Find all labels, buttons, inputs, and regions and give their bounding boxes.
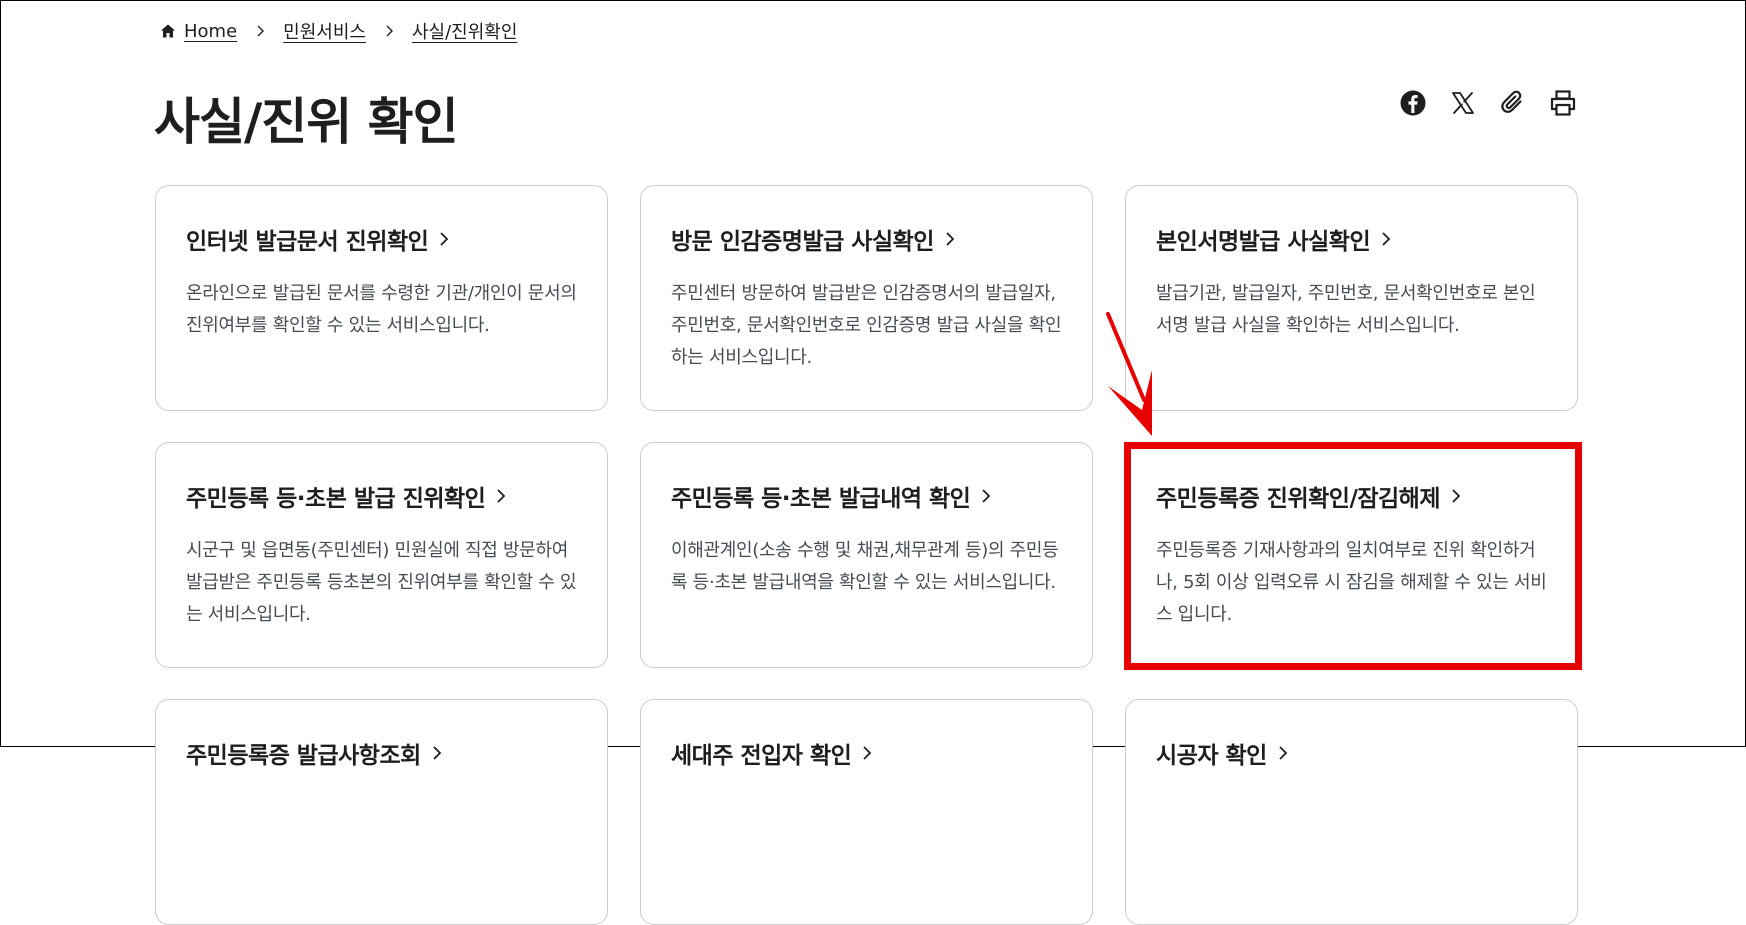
card-description: 이해관계인(소송 수행 및 채권,채무관계 등)의 주민등록 등·초본 발급내역… (671, 540, 1059, 593)
card-description: 온라인으로 발급된 문서를 수령한 기관/개인이 문서의 진위여부를 확인할 수… (186, 283, 577, 336)
chevron-right-icon (497, 489, 506, 503)
card-title: 인터넷 발급문서 진위확인 (186, 222, 577, 256)
card-title: 세대주 전입자 확인 (671, 736, 1062, 770)
chevron-right-icon (440, 232, 449, 246)
card-description: 주민센터 방문하여 발급받은 인감증명서의 발급일자, 주민번호, 문서확인번호… (671, 283, 1062, 368)
breadcrumb: Home 민원서비스 사실/진위확인 (160, 18, 517, 44)
chevron-right-icon (1279, 746, 1288, 760)
print-icon (1550, 90, 1576, 116)
card-title: 주민등록 등·초본 발급내역 확인 (671, 479, 1062, 513)
card-title: 주민등록증 발급사항조회 (186, 736, 577, 770)
x-icon (1452, 92, 1474, 114)
card-signature-verify[interactable]: 본인서명발급 사실확인 발급기관, 발급일자, 주민번호, 문서확인번호로 본인… (1125, 185, 1578, 411)
paperclip-icon (1501, 90, 1522, 113)
card-resident-copy-history[interactable]: 주민등록 등·초본 발급내역 확인 이해관계인(소송 수행 및 채권,채무관계 … (640, 442, 1093, 668)
chevron-right-icon (863, 746, 872, 760)
page-title: 사실/진위 확인 (154, 93, 459, 151)
card-title: 시공자 확인 (1156, 736, 1547, 770)
share-toolbar (1398, 88, 1578, 118)
facebook-icon (1400, 90, 1426, 116)
card-title-text: 인터넷 발급문서 진위확인 (186, 229, 429, 255)
card-title: 주민등록 등·초본 발급 진위확인 (186, 479, 577, 513)
card-title: 방문 인감증명발급 사실확인 (671, 222, 1062, 256)
card-title-text: 주민등록 등·초본 발급내역 확인 (671, 486, 971, 512)
chevron-right-icon (1452, 489, 1461, 503)
card-title-text: 방문 인감증명발급 사실확인 (671, 229, 934, 255)
card-title-text: 주민등록증 진위확인/잠김해제 (1156, 486, 1441, 512)
chevron-right-icon (433, 746, 442, 760)
card-title-text: 시공자 확인 (1156, 743, 1267, 769)
copy-link-button[interactable] (1498, 88, 1528, 118)
breadcrumb-civil-service[interactable]: 민원서비스 (283, 18, 366, 44)
breadcrumb-home-label: Home (184, 20, 238, 42)
card-resident-copy-verify[interactable]: 주민등록 등·초본 발급 진위확인 시군구 및 읍면동(주민센터) 민원실에 직… (155, 442, 608, 668)
chevron-right-icon (257, 25, 265, 37)
card-id-card-issue-lookup[interactable]: 주민등록증 발급사항조회 (155, 699, 608, 925)
breadcrumb-fact-check[interactable]: 사실/진위확인 (412, 18, 517, 44)
card-id-card-verify-unlock[interactable]: 주민등록증 진위확인/잠김해제 주민등록증 기재사항과의 일치여부로 진위 확인… (1125, 442, 1578, 668)
card-description: 시군구 및 읍면동(주민센터) 민원실에 직접 방문하여 발급받은 주민등록 등… (186, 540, 577, 625)
x-share-button[interactable] (1448, 88, 1478, 118)
card-title: 본인서명발급 사실확인 (1156, 222, 1547, 256)
chevron-right-icon (1382, 232, 1391, 246)
facebook-share-button[interactable] (1398, 88, 1428, 118)
chevron-right-icon (946, 232, 955, 246)
card-internet-document-verify[interactable]: 인터넷 발급문서 진위확인 온라인으로 발급된 문서를 수령한 기관/개인이 문… (155, 185, 608, 411)
card-title-text: 본인서명발급 사실확인 (1156, 229, 1371, 255)
print-button[interactable] (1548, 88, 1578, 118)
breadcrumb-home[interactable]: Home (160, 21, 237, 42)
card-contractor-check[interactable]: 시공자 확인 (1125, 699, 1578, 925)
card-title: 주민등록증 진위확인/잠김해제 (1156, 479, 1547, 513)
card-description: 주민등록증 기재사항과의 일치여부로 진위 확인하거나, 5회 이상 입력오류 … (1156, 540, 1547, 625)
card-householder-move-in-check[interactable]: 세대주 전입자 확인 (640, 699, 1093, 925)
home-icon (161, 24, 175, 38)
card-title-text: 주민등록증 발급사항조회 (186, 743, 421, 769)
card-title-text: 세대주 전입자 확인 (671, 743, 852, 769)
chevron-right-icon (982, 489, 991, 503)
card-description: 발급기관, 발급일자, 주민번호, 문서확인번호로 본인서명 발급 사실을 확인… (1156, 283, 1536, 336)
card-title-text: 주민등록 등·초본 발급 진위확인 (186, 486, 486, 512)
card-seal-certificate-verify[interactable]: 방문 인감증명발급 사실확인 주민센터 방문하여 발급받은 인감증명서의 발급일… (640, 185, 1093, 411)
chevron-right-icon (386, 25, 393, 37)
